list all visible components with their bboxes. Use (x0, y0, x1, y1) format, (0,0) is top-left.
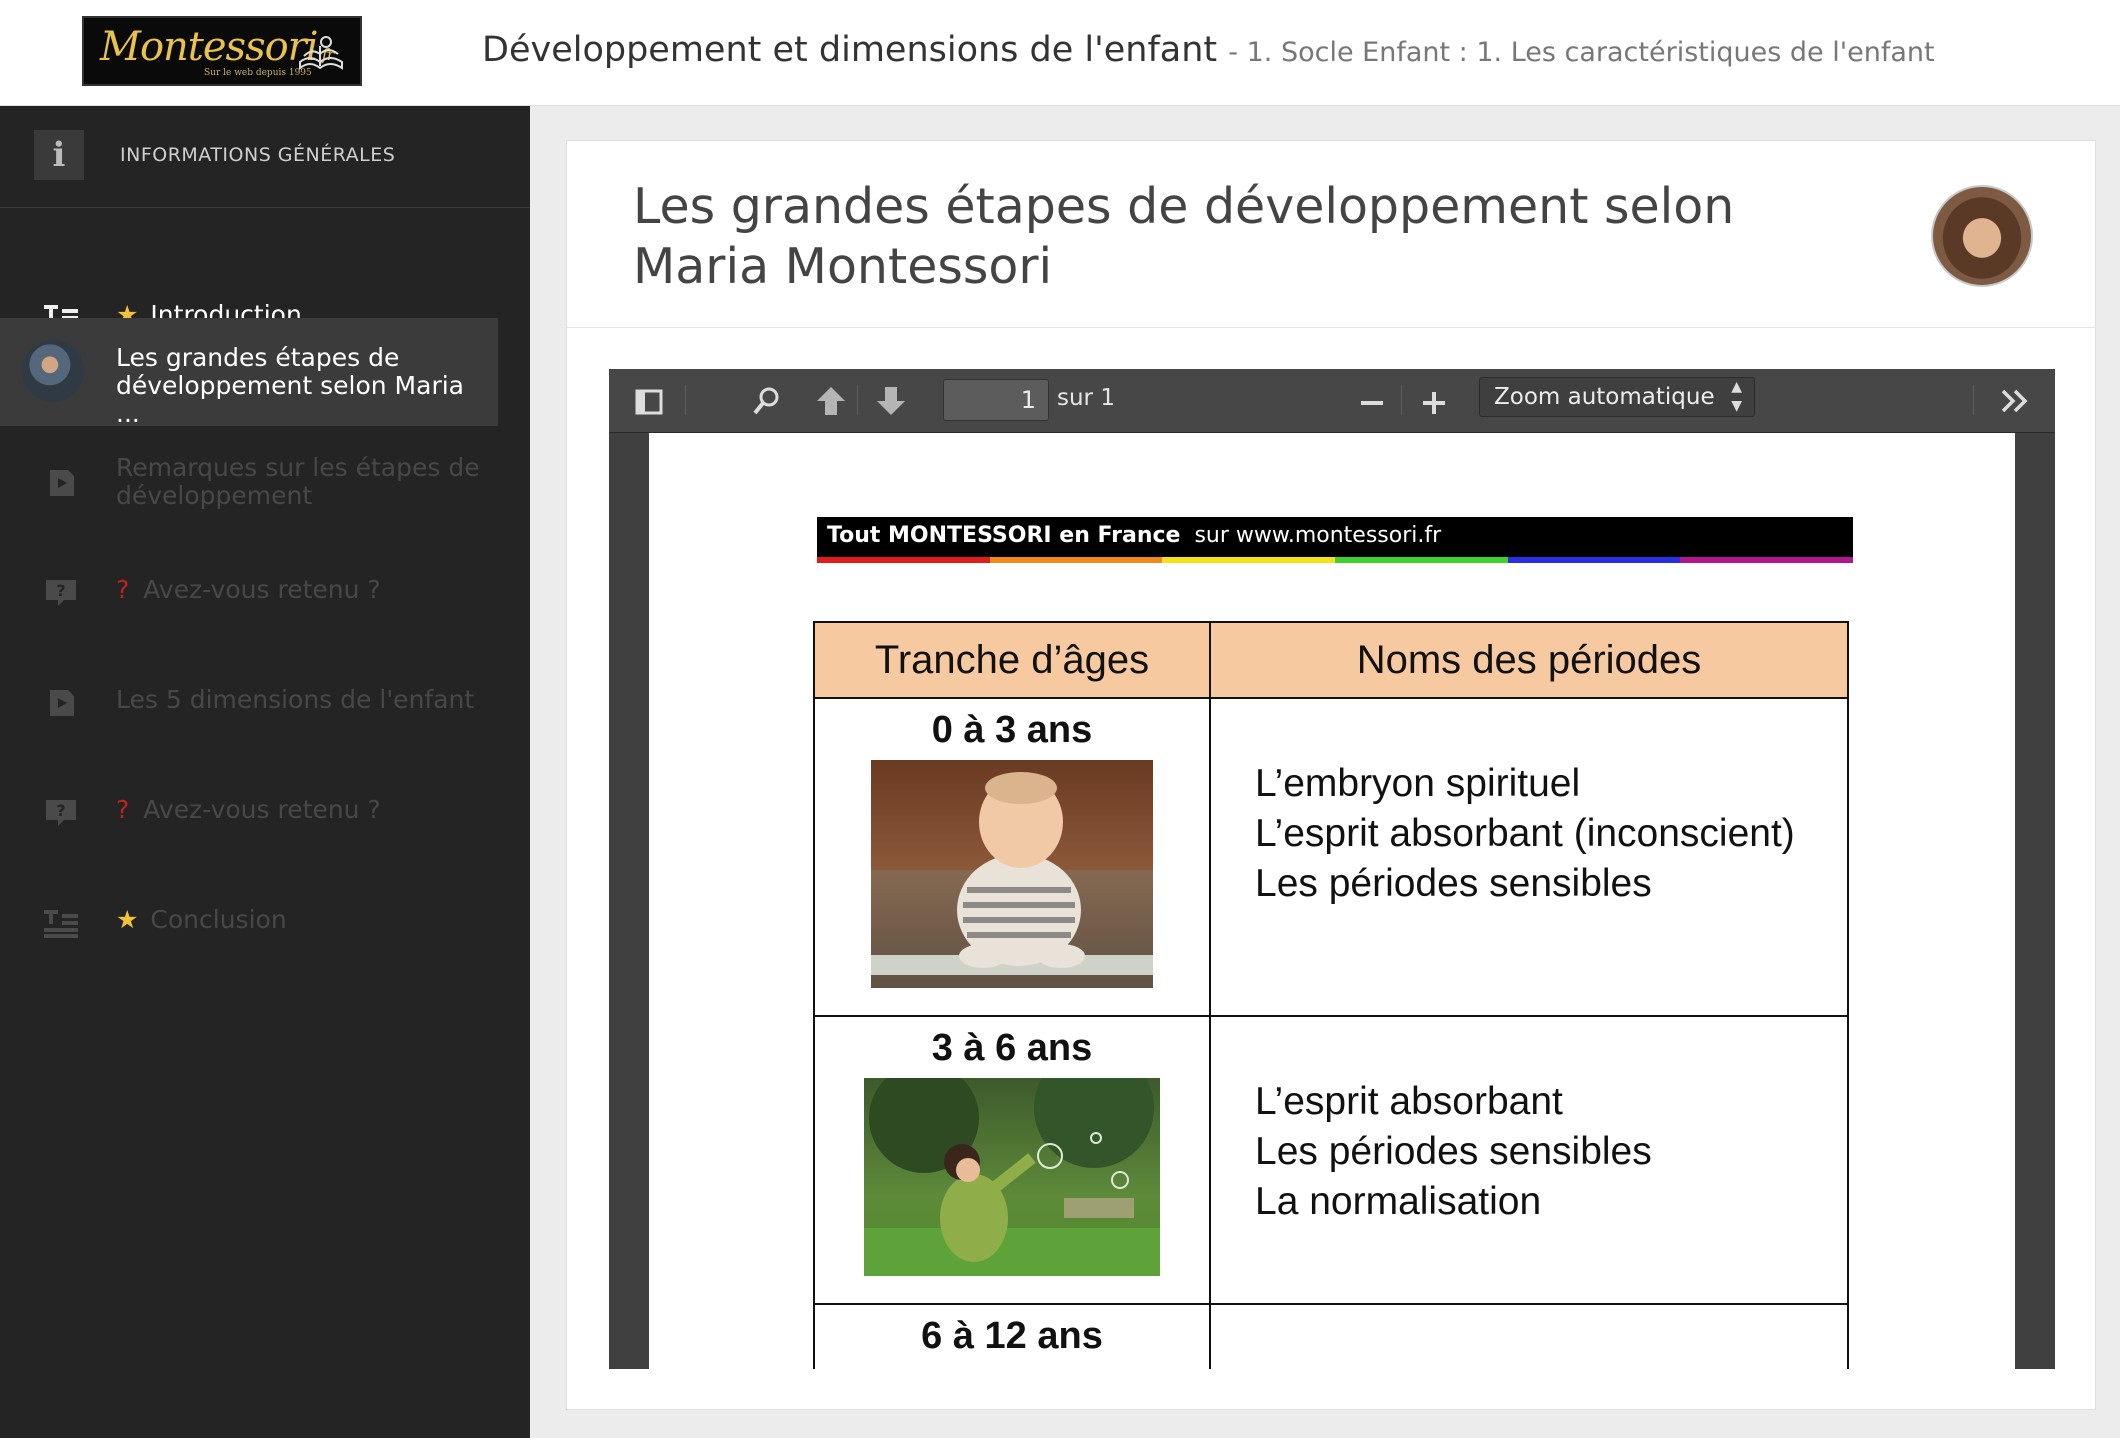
avatar (22, 340, 84, 402)
stripe-segment (1162, 557, 1336, 563)
minus-icon[interactable] (1355, 383, 1391, 419)
sidebar-item-grandes-etapes[interactable]: Les grandes étapes de développement selo… (0, 318, 498, 428)
montessori-logo[interactable]: Montessori.fr Sur le web depuis 1995 (82, 16, 362, 86)
page-number-input[interactable]: 1 (943, 379, 1049, 421)
lesson-title: Les grandes étapes de développement selo… (633, 178, 1735, 295)
general-info-label: INFORMATIONS GÉNÉRALES (120, 144, 396, 166)
age-range: 3 à 6 ans (931, 1027, 1093, 1069)
age-range: 0 à 3 ans (931, 709, 1093, 751)
child-bubbles-photo (864, 1078, 1160, 1276)
period-item: La normalisation (1255, 1180, 1542, 1223)
question-mark-icon: ? (116, 575, 130, 604)
question-mark-icon: ? (116, 795, 130, 824)
stripe-segment (1335, 557, 1508, 563)
rainbow-stripe (817, 557, 1854, 563)
quiz-icon: ? (46, 580, 76, 606)
course-title: Développement et dimensions de l'enfant … (482, 30, 1935, 70)
baby-photo (871, 760, 1153, 988)
sidebar-item-label: Avez-vous retenu ? (143, 795, 381, 824)
table-header-row: Tranche d’âges Noms des périodes (813, 621, 1849, 699)
toolbar-separator (857, 385, 858, 415)
pdf-page: Tout MONTESSORI en France sur www.montes… (649, 433, 2015, 1369)
arrow-up-icon[interactable] (813, 383, 849, 419)
table-row: 0 à 3 ans L’embryon spirituel L’esprit a… (813, 697, 1849, 1017)
table-row: 6 à 12 ans (813, 1303, 1849, 1369)
search-icon[interactable] (749, 383, 785, 419)
plus-icon[interactable] (1417, 383, 1453, 419)
video-icon (50, 470, 74, 496)
author-avatar (1931, 185, 2033, 287)
stripe-segment (1507, 557, 1681, 563)
book-icon (299, 36, 343, 71)
sidebar-item-label: Remarques sur les étapes de développemen… (116, 453, 480, 510)
info-icon: i (34, 130, 84, 180)
sidebar-item-conclusion[interactable]: ★ Conclusion (0, 868, 498, 976)
period-item: L’esprit absorbant (inconscient) (1255, 812, 1795, 855)
toolbar-separator (1973, 385, 1974, 415)
period-item: L’embryon spirituel (1255, 762, 1581, 805)
table-row: 3 à 6 ans L’esprit absorbant Les période… (813, 1015, 1849, 1305)
sidebar-item-label: Avez-vous retenu ? (143, 575, 381, 604)
sidebar-item-quiz-1[interactable]: ? ? Avez-vous retenu ? (0, 538, 498, 646)
svg-text:?: ? (56, 581, 65, 600)
pdf-viewer[interactable]: 1 sur 1 Zoom automatique ▲ ▼ Tout MONTESS… (609, 369, 2055, 1369)
age-range: 6 à 12 ans (921, 1315, 1103, 1357)
sidebar-item-quiz-2[interactable]: ? ? Avez-vous retenu ? (0, 758, 498, 866)
page-count: sur 1 (1057, 385, 1115, 411)
sidebar-item-dimensions[interactable]: Les 5 dimensions de l'enfant (0, 648, 498, 756)
periods-table: Tranche d’âges Noms des périodes 0 à 3 a… (813, 621, 1849, 1369)
period-item: Les périodes sensibles (1255, 1130, 1652, 1173)
general-info-header[interactable]: i INFORMATIONS GÉNÉRALES (0, 106, 530, 208)
sidebar-item-label: Les 5 dimensions de l'enfant (116, 685, 475, 714)
document-banner: Tout MONTESSORI en France sur www.montes… (817, 517, 1854, 563)
sidebar: i INFORMATIONS GÉNÉRALES ★ Introduction L… (0, 106, 530, 1438)
sidebar-item-label: Conclusion (150, 905, 287, 934)
sidebar-item-remarques[interactable]: Remarques sur les étapes de développemen… (0, 428, 498, 536)
arrow-down-icon[interactable] (873, 383, 909, 419)
star-icon: ★ (116, 905, 139, 934)
double-chevron-right-icon[interactable] (1997, 383, 2033, 419)
course-breadcrumb: - 1. Socle Enfant : 1. Les caractéristiq… (1228, 37, 1935, 68)
top-header: Montessori.fr Sur le web depuis 1995 Dév… (0, 0, 2120, 106)
pdf-toolbar: 1 sur 1 Zoom automatique ▲ ▼ (609, 369, 2055, 433)
stripe-segment (817, 557, 990, 563)
lesson-card: Les grandes étapes de développement selo… (566, 140, 2097, 1410)
column-header: Noms des périodes (1209, 621, 1849, 699)
quiz-icon: ? (46, 800, 76, 826)
banner-url: sur www.montessori.fr (1194, 523, 1442, 548)
toolbar-separator (1401, 385, 1402, 415)
select-arrows-icon: ▲ ▼ (1731, 379, 1742, 414)
zoom-value: Zoom automatique (1494, 384, 1715, 410)
stripe-segment (1680, 557, 1854, 563)
zoom-select[interactable]: Zoom automatique ▲ ▼ (1479, 377, 1755, 417)
banner-title: Tout MONTESSORI en France (827, 523, 1181, 548)
toolbar-separator (685, 385, 686, 415)
sidebar-toggle-icon[interactable] (631, 383, 667, 419)
svg-text:?: ? (56, 801, 65, 820)
text-lines-icon (44, 910, 78, 938)
stripe-segment (989, 557, 1163, 563)
divider (567, 327, 2097, 328)
period-item: L’esprit absorbant (1255, 1080, 1563, 1123)
video-icon (50, 690, 74, 716)
column-header: Tranche d’âges (813, 621, 1211, 699)
sidebar-item-label: Les grandes étapes de développement selo… (116, 343, 464, 428)
period-item: Les périodes sensibles (1255, 862, 1652, 905)
